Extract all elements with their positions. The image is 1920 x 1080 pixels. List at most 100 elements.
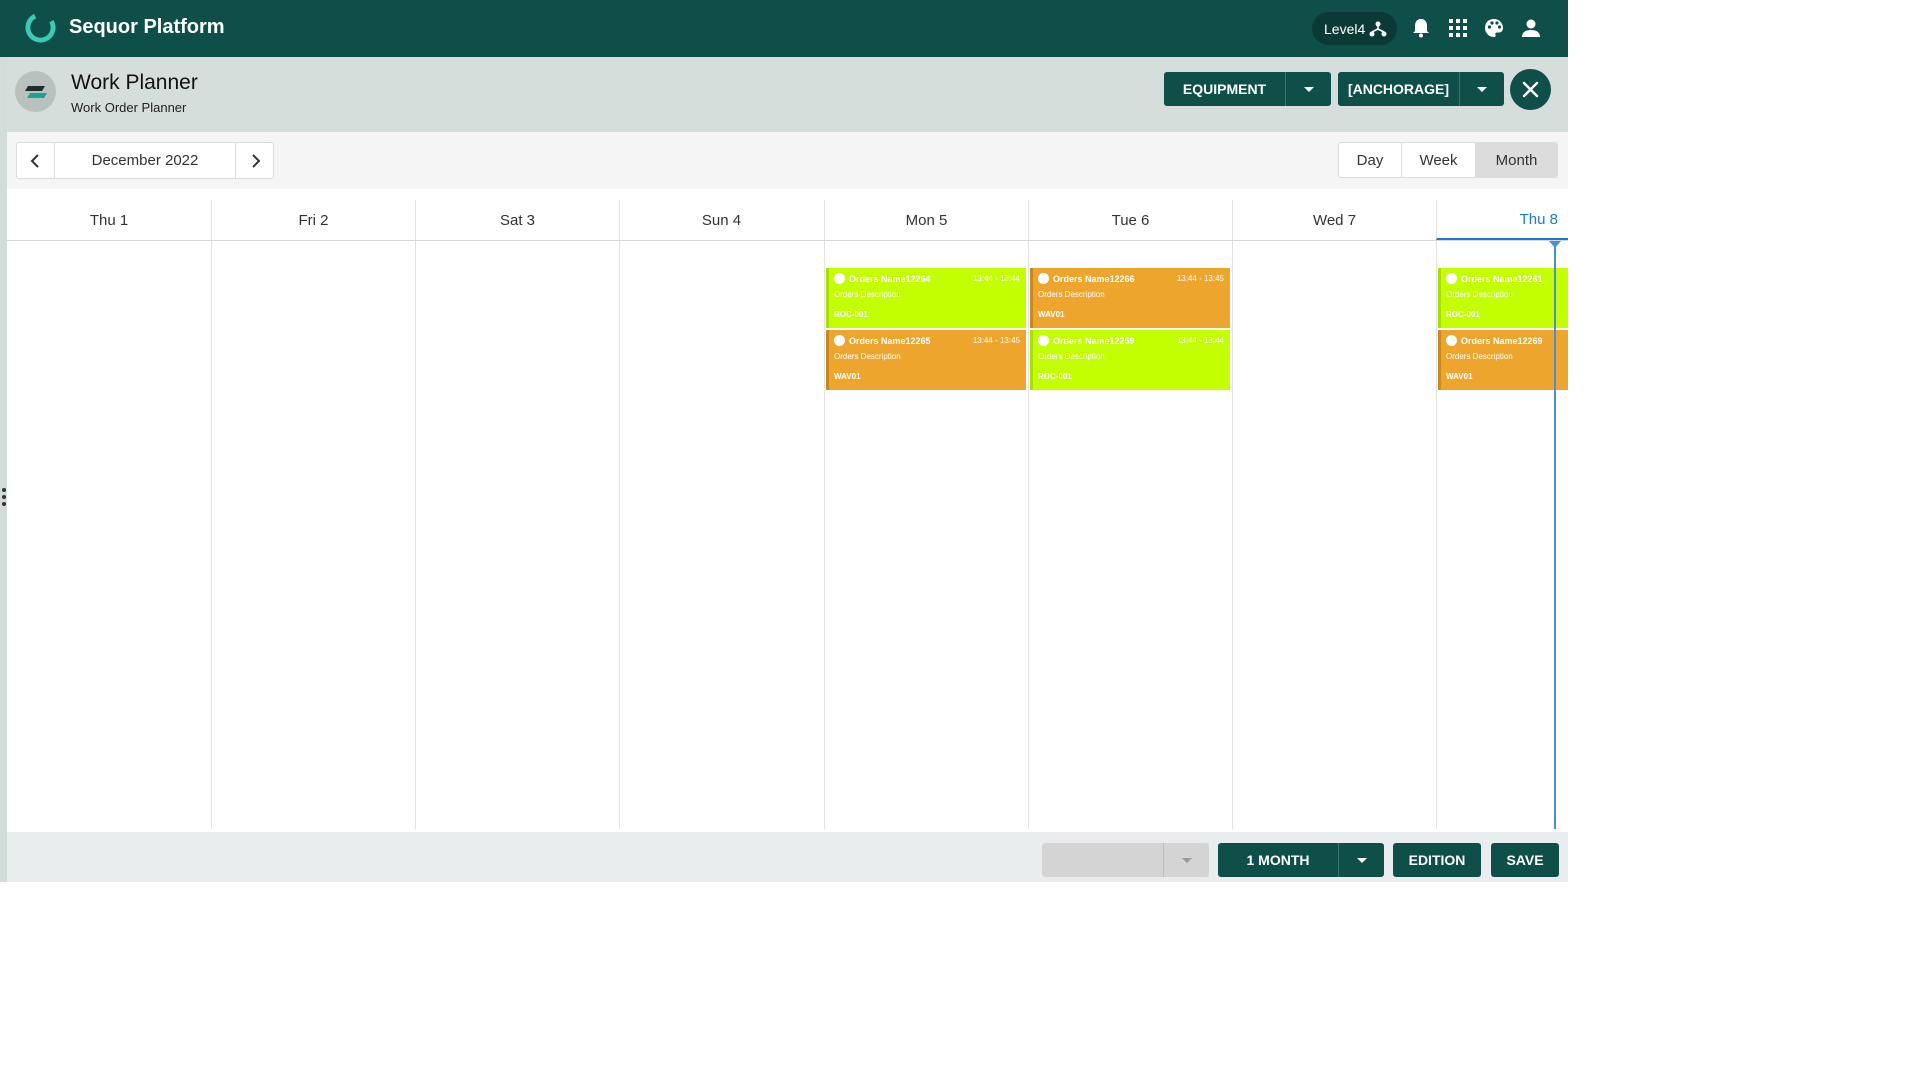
event-status-dot <box>1446 273 1457 284</box>
page-subtitle: Work Order Planner <box>71 100 187 115</box>
column-divider <box>1028 241 1029 829</box>
bell-icon[interactable] <box>1410 17 1432 39</box>
order-event[interactable]: Orders Name12261 Orders Description ROC-… <box>1438 268 1568 328</box>
event-description: Orders Description <box>834 290 901 299</box>
range-label[interactable]: 1 MONTH <box>1218 843 1339 877</box>
day-header: Fri 2 <box>211 200 415 240</box>
column-divider <box>1436 241 1437 829</box>
level-selector[interactable]: Level4 <box>1312 12 1397 45</box>
chevron-down-icon <box>1303 86 1314 92</box>
sequor-logo-icon <box>25 12 56 43</box>
page-header: Work Planner Work Order Planner EQUIPMEN… <box>7 57 1568 132</box>
day-header: Thu 1 <box>89 211 129 229</box>
close-icon <box>1522 81 1539 98</box>
order-event[interactable]: Orders Name12265 13:44 - 13:45 Orders De… <box>826 330 1026 390</box>
event-name: Orders Name12265 <box>849 336 931 346</box>
day-header: Wed 7 <box>1232 200 1436 240</box>
event-status-dot <box>1038 273 1049 284</box>
event-name: Orders Name12269 <box>1461 336 1543 346</box>
filter-select-toggle[interactable] <box>1164 843 1209 877</box>
order-event[interactable]: Orders Name12264 13:44 - 13:44 Orders De… <box>826 268 1026 328</box>
event-status-dot <box>834 273 845 284</box>
event-time: 13:44 - 13:45 <box>1176 274 1224 283</box>
chevron-down-icon <box>1477 86 1487 92</box>
calendar-grid: Orders Name12264 13:44 - 13:44 Orders De… <box>7 241 1568 829</box>
column-divider <box>619 241 620 829</box>
site-label[interactable]: [ANCHORAGE] <box>1338 72 1460 106</box>
event-time: 13:44 - 13:45 <box>972 336 1020 345</box>
palette-icon[interactable] <box>1483 17 1505 39</box>
chevron-down-icon <box>1356 857 1367 863</box>
event-time: 13:44 - 13:44 <box>972 274 1020 283</box>
event-resource: ROC-001 <box>1038 372 1072 381</box>
top-app-bar: Sequor Platform Level4 <box>0 0 1568 57</box>
event-resource: WAV01 <box>834 372 861 381</box>
range-selector[interactable]: 1 MONTH <box>1218 843 1384 877</box>
column-divider <box>415 241 416 829</box>
event-status-dot <box>834 335 845 346</box>
current-time-marker <box>1549 241 1561 248</box>
chevron-right-icon <box>251 153 260 168</box>
day-header: Sat 3 <box>415 200 619 240</box>
event-name: Orders Name12266 <box>1053 274 1135 284</box>
event-name: Orders Name12259 <box>1053 336 1135 346</box>
equipment-label[interactable]: EQUIPMENT <box>1164 72 1286 106</box>
order-event[interactable]: Orders Name12269 Orders Description WAV0… <box>1438 330 1568 390</box>
event-resource: ROC-001 <box>834 310 868 319</box>
calendar-toolbar: December 2022 Day Week Month <box>7 132 1568 189</box>
equipment-selector[interactable]: EQUIPMENT <box>1164 72 1331 106</box>
event-description: Orders Description <box>1446 290 1513 299</box>
current-time-indicator <box>1554 241 1556 829</box>
footer-bar: 1 MONTH EDITION SAVE <box>7 832 1568 882</box>
view-day-button[interactable]: Day <box>1339 143 1402 177</box>
side-panel-edge <box>0 57 7 882</box>
save-button[interactable]: SAVE <box>1491 843 1559 877</box>
event-resource: ROC-001 <box>1446 310 1480 319</box>
chevron-down-icon <box>1181 857 1192 863</box>
column-divider <box>824 241 825 829</box>
event-description: Orders Description <box>1038 352 1105 361</box>
view-week-button[interactable]: Week <box>1402 143 1476 177</box>
day-header: Mon 5 <box>824 200 1028 240</box>
event-description: Orders Description <box>1038 290 1105 299</box>
range-dropdown-toggle[interactable] <box>1339 843 1384 877</box>
event-resource: WAV01 <box>1446 372 1473 381</box>
apps-grid-icon[interactable] <box>1447 17 1469 39</box>
level-label: Level4 <box>1324 20 1366 37</box>
view-switcher: Day Week Month <box>1338 142 1558 178</box>
equipment-dropdown-toggle[interactable] <box>1286 72 1331 106</box>
chevron-left-icon <box>30 153 39 168</box>
event-status-dot <box>1038 335 1049 346</box>
view-month-button[interactable]: Month <box>1476 143 1557 177</box>
calendar-day-headers: Thu 1 Fri 2 Sat 3 Sun 4 Mon 5 Tue 6 Wed … <box>7 200 1568 241</box>
close-button[interactable] <box>1510 69 1551 110</box>
planner-logo-icon <box>15 71 56 112</box>
filter-select-value[interactable] <box>1042 843 1164 877</box>
site-selector[interactable]: [ANCHORAGE] <box>1338 72 1504 106</box>
column-divider <box>1232 241 1233 829</box>
day-header-today: Thu 8 <box>1436 200 1568 240</box>
day-header: Tue 6 <box>1028 200 1232 240</box>
current-period-label[interactable]: December 2022 <box>54 143 236 178</box>
column-divider <box>211 241 212 829</box>
day-header: Sun 4 <box>619 200 823 240</box>
event-name: Orders Name12264 <box>849 274 931 284</box>
edition-button[interactable]: EDITION <box>1393 843 1481 877</box>
site-dropdown-toggle[interactable] <box>1460 72 1504 106</box>
event-description: Orders Description <box>1446 352 1513 361</box>
next-period-button[interactable] <box>236 143 273 178</box>
event-description: Orders Description <box>834 352 901 361</box>
event-time: 13:44 - 13:44 <box>1176 336 1224 345</box>
user-icon[interactable] <box>1520 17 1542 39</box>
order-event[interactable]: Orders Name12259 13:44 - 13:44 Orders De… <box>1030 330 1230 390</box>
hierarchy-icon <box>1369 21 1387 37</box>
page-title: Work Planner <box>71 71 198 94</box>
event-name: Orders Name12261 <box>1461 274 1543 284</box>
order-event[interactable]: Orders Name12266 13:44 - 13:45 Orders De… <box>1030 268 1230 328</box>
event-status-dot <box>1446 335 1457 346</box>
filter-select[interactable] <box>1042 843 1209 877</box>
event-resource: WAV01 <box>1038 310 1065 319</box>
prev-period-button[interactable] <box>17 143 54 178</box>
app-title: Sequor Platform <box>69 16 225 38</box>
date-navigator: December 2022 <box>16 142 274 179</box>
